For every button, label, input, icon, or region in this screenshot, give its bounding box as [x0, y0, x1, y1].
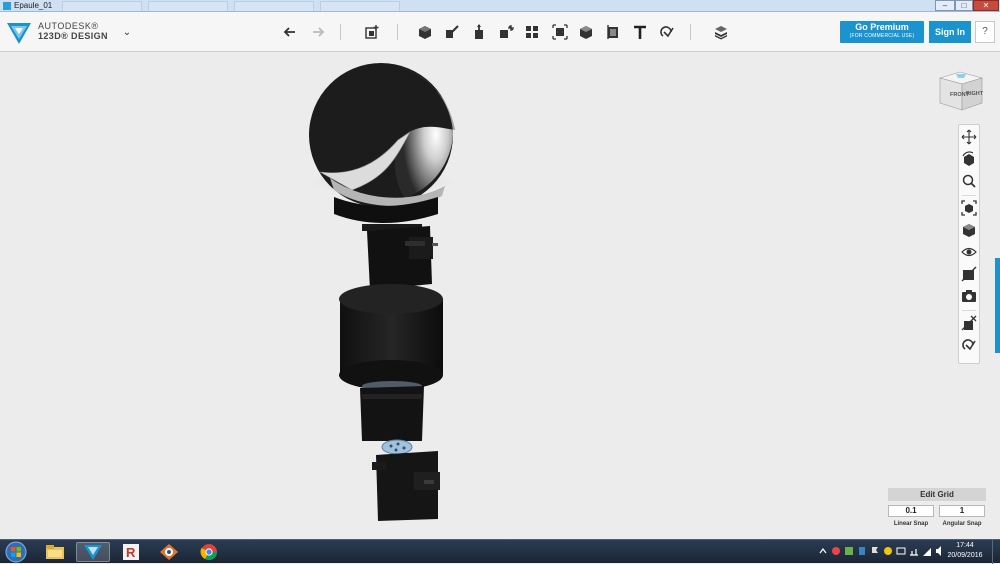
media-icon[interactable] — [152, 542, 186, 562]
background-tab[interactable] — [234, 1, 314, 11]
show-desktop-button[interactable] — [992, 540, 1000, 564]
measure-icon[interactable] — [603, 22, 623, 42]
upper-servo-part[interactable] — [362, 224, 438, 290]
grouping-icon[interactable] — [550, 22, 570, 42]
transform-icon[interactable] — [362, 22, 382, 42]
clock-date: 20/09/2016 — [947, 552, 983, 559]
bottom-servo-part[interactable] — [372, 451, 440, 521]
materials-toggle-icon[interactable] — [961, 315, 977, 331]
material-icon[interactable] — [711, 22, 731, 42]
main-menu-chevron-icon[interactable]: ⌄ — [120, 27, 134, 39]
navbar-separator — [962, 195, 976, 196]
view-icon[interactable] — [961, 222, 977, 238]
zoom-icon[interactable] — [961, 173, 977, 189]
navbar-separator — [962, 310, 976, 311]
angular-snap-value[interactable]: 1 — [939, 505, 985, 517]
navigation-bar — [958, 124, 980, 364]
orbit-icon[interactable] — [961, 151, 977, 167]
123d-design-icon[interactable] — [76, 542, 110, 562]
window-title: Epaule_01 — [14, 1, 53, 10]
tray-network-icon[interactable] — [909, 545, 919, 557]
sign-in-button[interactable]: Sign In — [929, 21, 971, 43]
hide-icon[interactable] — [961, 266, 977, 282]
pattern-icon[interactable] — [522, 22, 542, 42]
brand-line2: 123D® DESIGN — [38, 31, 108, 41]
go-premium-sublabel: (FOR COMMERCIAL USE) — [849, 33, 915, 39]
snap-toggle-icon[interactable] — [961, 337, 977, 353]
combine-icon[interactable] — [576, 22, 596, 42]
minimize-button[interactable]: – — [935, 0, 955, 11]
tray-battery-icon[interactable] — [896, 545, 906, 557]
model-scene[interactable] — [0, 53, 1000, 539]
maximize-button[interactable]: □ — [955, 0, 973, 11]
svg-text:R: R — [126, 545, 136, 560]
background-tab[interactable] — [320, 1, 400, 11]
tray-norton-icon[interactable] — [883, 545, 893, 557]
viewcube[interactable]: FRONT RIGHT — [936, 66, 986, 112]
viewcube-right-label: RIGHT — [966, 91, 984, 97]
toolbar-separator — [340, 24, 341, 40]
help-button[interactable]: ? — [975, 21, 995, 43]
pan-icon[interactable] — [961, 129, 977, 145]
tray-bluetooth-icon[interactable] — [857, 545, 867, 557]
fit-icon[interactable] — [961, 200, 977, 216]
modify-icon[interactable] — [496, 22, 516, 42]
revit-icon[interactable]: R — [114, 542, 148, 562]
large-cylinder-part[interactable] — [339, 284, 443, 391]
system-tray — [818, 545, 945, 559]
start-button-icon[interactable] — [4, 541, 28, 563]
app-logo-icon[interactable] — [6, 20, 32, 46]
go-premium-label: Go Premium — [855, 22, 909, 32]
background-tab[interactable] — [148, 1, 228, 11]
sketch-icon[interactable] — [442, 22, 462, 42]
text-icon[interactable] — [630, 22, 650, 42]
linear-snap-label: Linear Snap — [893, 521, 929, 527]
linear-snap-value[interactable]: 0.1 — [888, 505, 934, 517]
close-button[interactable]: ✕ — [973, 0, 999, 11]
app-brand: AUTODESK® 123D® DESIGN — [38, 21, 108, 41]
toolbar-separator — [690, 24, 691, 40]
tray-arrow-icon[interactable] — [818, 545, 828, 557]
servo-horn-part[interactable] — [381, 439, 413, 455]
tray-sync-icon[interactable] — [844, 545, 854, 557]
tray-flag-icon[interactable] — [870, 545, 880, 557]
side-panel-tab[interactable] — [995, 258, 1000, 353]
brand-line1: AUTODESK® — [38, 21, 99, 31]
screenshot-icon[interactable] — [961, 288, 977, 304]
snap-icon[interactable] — [657, 22, 677, 42]
app-icon — [3, 2, 11, 10]
undo-icon[interactable] — [281, 22, 301, 42]
primitives-icon[interactable] — [415, 22, 435, 42]
3d-viewport[interactable]: FRONT RIGHT Edit Grid 0.1 1 Linear Snap … — [0, 53, 1000, 539]
chrome-icon[interactable] — [192, 542, 226, 562]
redo-icon[interactable] — [307, 22, 327, 42]
tray-signal-icon[interactable] — [922, 545, 932, 557]
edit-grid-panel: Edit Grid 0.1 1 Linear Snap Angular Snap — [888, 488, 986, 532]
clock-time: 17:44 — [956, 542, 974, 549]
edit-grid-button[interactable]: Edit Grid — [888, 488, 986, 501]
go-premium-button[interactable]: Go Premium (FOR COMMERCIAL USE) — [840, 21, 924, 43]
window-titlebar: Epaule_01 – □ ✕ — [0, 0, 1000, 12]
visibility-icon[interactable] — [961, 244, 977, 260]
toolbar-separator — [397, 24, 398, 40]
windows-taskbar: R 17:44 20/09/2016 — [0, 539, 1000, 564]
taskbar-clock[interactable]: 17:44 20/09/2016 — [942, 541, 988, 561]
background-tab[interactable] — [62, 1, 142, 11]
angular-snap-label: Angular Snap — [942, 521, 982, 527]
lower-servo-part[interactable] — [360, 386, 424, 441]
construct-icon[interactable] — [469, 22, 489, 42]
ball-joint-part[interactable] — [297, 63, 465, 223]
main-toolbar: AUTODESK® 123D® DESIGN ⌄ Go Premium (FOR… — [0, 12, 1000, 52]
explorer-icon[interactable] — [38, 542, 72, 562]
tray-app-icon[interactable] — [831, 545, 841, 557]
